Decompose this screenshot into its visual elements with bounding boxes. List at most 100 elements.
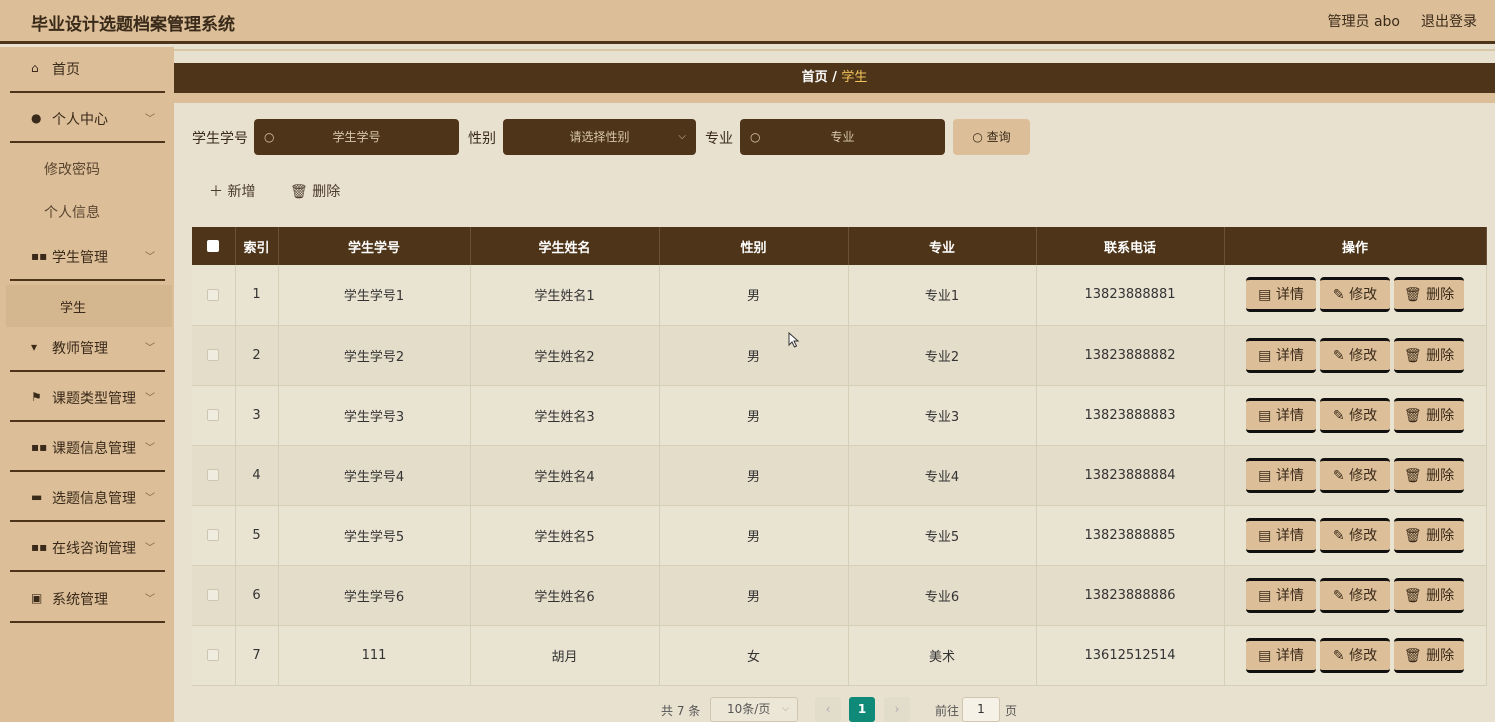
sidebar-item-label: 系统管理 <box>52 592 108 608</box>
page-1-button[interactable]: 1 <box>849 697 875 722</box>
user-icon: ● <box>31 111 42 125</box>
sidebar-item-student-management[interactable]: ▪▪ 学生管理 ﹀ <box>10 235 165 281</box>
detail-button[interactable]: ▤ 详情 <box>1246 457 1316 493</box>
cell-index: 4 <box>235 445 279 506</box>
search-icon: ○ <box>264 130 275 144</box>
goto-page-input[interactable]: 1 <box>962 697 1000 722</box>
student-no-input[interactable]: ○ 学生学号 <box>254 119 459 155</box>
sidebar-item-selection-info[interactable]: ▬ 选题信息管理 ﹀ <box>10 476 165 522</box>
chevron-down-icon: ⌵ <box>782 704 789 714</box>
edit-button[interactable]: ✎ 修改 <box>1320 577 1390 613</box>
batch-delete-button[interactable]: 🗑 删除 <box>290 181 340 201</box>
table-row: 2 学生学号2 学生姓名2 男 专业2 13823888882 ▤ 详情 ✎ 修改… <box>192 325 1487 386</box>
delete-button[interactable]: 🗑 删除 <box>1394 277 1464 313</box>
cell-actions: ▤ 详情 ✎ 修改 🗑 删除 <box>1224 265 1487 326</box>
detail-button[interactable]: ▤ 详情 <box>1246 517 1316 553</box>
table-row: 5 学生学号5 学生姓名5 男 专业5 13823888885 ▤ 详情 ✎ 修改… <box>192 505 1487 566</box>
sidebar-item-label: 教师管理 <box>52 341 108 357</box>
sidebar-item-label: 首页 <box>52 62 80 78</box>
edit-button[interactable]: ✎ 修改 <box>1320 397 1390 433</box>
sidebar-item-topic-type[interactable]: ⚑ 课题类型管理 ﹀ <box>10 376 165 422</box>
sidebar-item-personal-center[interactable]: ● 个人中心 ﹀ <box>10 97 165 143</box>
row-checkbox[interactable] <box>207 469 220 481</box>
sidebar-sub-student[interactable]: 学生 <box>6 285 172 327</box>
chevron-down-icon: ﹀ <box>145 543 155 554</box>
table-row: 4 学生学号4 学生姓名4 男 专业4 13823888884 ▤ 详情 ✎ 修改… <box>192 445 1487 506</box>
cell-phone: 13823888884 <box>1036 445 1225 506</box>
row-checkbox[interactable] <box>207 349 220 361</box>
detail-button[interactable]: ▤ 详情 <box>1246 637 1316 673</box>
cell-gender: 男 <box>659 505 849 566</box>
cell-index: 7 <box>235 625 279 686</box>
row-checkbox[interactable] <box>207 649 220 661</box>
chevron-down-icon: ﹀ <box>145 594 155 605</box>
edit-button[interactable]: ✎ 修改 <box>1320 457 1390 493</box>
delete-button[interactable]: 🗑 删除 <box>1394 457 1464 493</box>
cell-actions: ▤ 详情 ✎ 修改 🗑 删除 <box>1224 625 1487 686</box>
cell-phone: 13612512514 <box>1036 625 1225 686</box>
cell-major: 专业4 <box>848 445 1037 506</box>
cell-phone: 13823888886 <box>1036 565 1225 626</box>
current-user: 管理员 abo <box>1327 14 1400 30</box>
prev-page-button[interactable]: ‹ <box>815 697 841 722</box>
cell-index: 1 <box>235 265 279 326</box>
detail-button[interactable]: ▤ 详情 <box>1246 577 1316 613</box>
sidebar: ⌂ 首页 ● 个人中心 ﹀ 修改密码 个人信息 ▪▪ 学生管理 ﹀ 学生 ▾ 教… <box>0 47 174 722</box>
cell-phone: 13823888885 <box>1036 505 1225 566</box>
delete-button[interactable]: 🗑 删除 <box>1394 517 1464 553</box>
delete-button[interactable]: 🗑 删除 <box>1394 397 1464 433</box>
table-row: 1 学生学号1 学生姓名1 男 专业1 13823888881 ▤ 详情 ✎ 修改… <box>192 265 1487 326</box>
gender-select[interactable]: 请选择性别 ⌵ <box>503 119 696 155</box>
cell-major: 美术 <box>848 625 1037 686</box>
sidebar-sub-label: 个人信息 <box>44 205 100 221</box>
breadcrumb-home[interactable]: 首页 <box>802 70 828 85</box>
cell-actions: ▤ 详情 ✎ 修改 🗑 删除 <box>1224 325 1487 386</box>
delete-button[interactable]: 🗑 删除 <box>1394 337 1464 373</box>
edit-button[interactable]: ✎ 修改 <box>1320 637 1390 673</box>
app-title: 毕业设计选题档案管理系统 <box>31 15 235 35</box>
briefcase-icon: ▬ <box>31 490 43 504</box>
detail-button[interactable]: ▤ 详情 <box>1246 397 1316 433</box>
cell-major: 专业2 <box>848 325 1037 386</box>
sidebar-item-system[interactable]: ▣ 系统管理 ﹀ <box>10 577 165 623</box>
sidebar-item-topic-info[interactable]: ▪▪ 课题信息管理 ﹀ <box>10 426 165 472</box>
detail-button[interactable]: ▤ 详情 <box>1246 337 1316 373</box>
sidebar-item-teacher-management[interactable]: ▾ 教师管理 ﹀ <box>10 326 165 372</box>
table-row: 6 学生学号6 学生姓名6 男 专业6 13823888886 ▤ 详情 ✎ 修改… <box>192 565 1487 626</box>
cell-gender: 男 <box>659 325 849 386</box>
row-checkbox[interactable] <box>207 409 220 421</box>
sidebar-item-home[interactable]: ⌂ 首页 <box>10 47 165 93</box>
delete-button[interactable]: 🗑 删除 <box>1394 577 1464 613</box>
row-checkbox[interactable] <box>207 529 220 541</box>
detail-button[interactable]: ▤ 详情 <box>1246 277 1316 313</box>
sidebar-item-online-consult[interactable]: ▪▪ 在线咨询管理 ﹀ <box>10 526 165 572</box>
divider <box>174 93 1495 103</box>
cell-gender: 男 <box>659 445 849 506</box>
row-checkbox[interactable] <box>207 589 220 601</box>
search-icon: ○ <box>972 130 983 144</box>
edit-button[interactable]: ✎ 修改 <box>1320 517 1390 553</box>
student-table: 索引 学生学号 学生姓名 性别 专业 联系电话 操作 1 学生学号1 学生姓名1… <box>192 227 1487 686</box>
cell-major: 专业3 <box>848 385 1037 446</box>
major-input[interactable]: ○ 专业 <box>740 119 945 155</box>
sidebar-sub-change-password[interactable]: 修改密码 <box>10 147 165 189</box>
select-all-checkbox[interactable] <box>207 240 220 252</box>
header-student-name: 学生姓名 <box>470 227 660 265</box>
delete-button[interactable]: 🗑 删除 <box>1394 637 1464 673</box>
query-button[interactable]: ○ 查询 <box>953 119 1030 155</box>
logout-link[interactable]: 退出登录 <box>1421 11 1477 31</box>
student-no-placeholder: 学生学号 <box>332 130 381 144</box>
next-page-button[interactable]: › <box>884 697 910 722</box>
cell-gender: 女 <box>659 625 849 686</box>
edit-button[interactable]: ✎ 修改 <box>1320 277 1390 313</box>
page-size-select[interactable]: 10条/页 ⌵ <box>710 697 798 722</box>
cell-major: 专业6 <box>848 565 1037 626</box>
add-button[interactable]: ＋ 新增 <box>209 181 255 201</box>
edit-button[interactable]: ✎ 修改 <box>1320 337 1390 373</box>
cell-index: 2 <box>235 325 279 386</box>
sidebar-sub-personal-info[interactable]: 个人信息 <box>10 190 165 232</box>
page-size-value: 10条/页 <box>727 702 771 716</box>
row-checkbox[interactable] <box>207 288 220 301</box>
sidebar-sub-label: 学生 <box>60 301 87 316</box>
header-gender: 性别 <box>659 227 849 265</box>
